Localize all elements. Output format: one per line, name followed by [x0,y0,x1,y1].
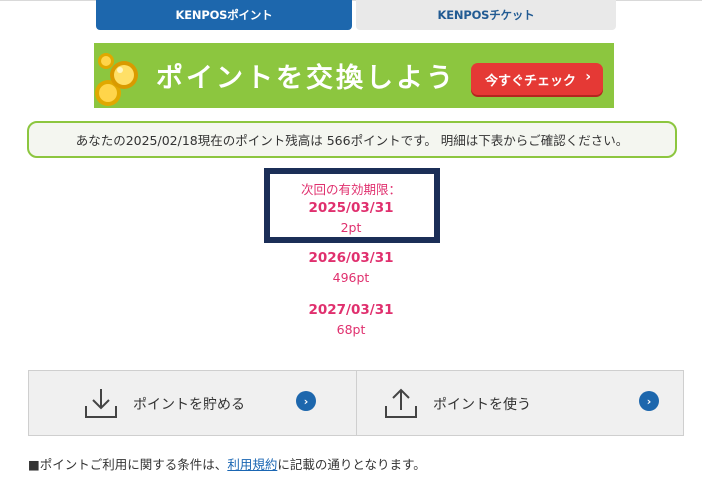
terms-of-use-link[interactable]: 利用規約 [227,457,277,472]
chevron-right-icon: › [585,69,591,85]
tab-kenpos-point[interactable]: KENPOSポイント [96,0,352,30]
point-actions: ポイントを貯める › ポイントを使う › [28,370,684,436]
tab-kenpos-ticket[interactable]: KENPOSチケット [356,0,616,30]
expiry-date: 2026/03/31 [308,250,394,266]
upload-tray-icon [385,388,417,418]
check-now-button[interactable]: 今すぐチェック › [471,63,603,95]
expiry-date: 2027/03/31 [308,302,394,318]
check-now-label: 今すぐチェック [485,73,577,89]
expiry-points: 68pt [336,322,366,337]
use-points-button[interactable]: ポイントを使う › [356,371,683,435]
terms-prefix: ■ポイントご利用に関する条件は、 [28,457,228,472]
chevron-right-icon: › [639,391,659,411]
tab-bar: KENPOSポイント KENPOSチケット [96,0,616,30]
expiry-points: 2pt [340,220,362,235]
gold-coins-icon [95,53,138,106]
expiry-date: 2025/03/31 [308,200,394,216]
expiry-points: 496pt [332,270,370,285]
download-tray-icon [85,389,117,418]
chevron-right-icon: › [296,391,316,411]
next-expiry-label: 次回の有効期限： [300,182,401,197]
terms-suffix: に記載の通りとなります。 [277,457,426,472]
point-balance-notice: あなたの2025/02/18現在のポイント残高は 566ポイントです。 明細は下… [27,121,677,158]
earn-points-label: ポイントを貯める [133,397,245,413]
terms-note: ■ポイントご利用に関する条件は、利用規約に記載の通りとなります。 [28,454,426,473]
earn-points-button[interactable]: ポイントを貯める › [29,371,357,435]
use-points-label: ポイントを使う [433,397,531,413]
balance-text: あなたの2025/02/18現在のポイント残高は 566ポイントです。 明細は下… [75,133,629,148]
banner-headline: ポイントを交換しよう [156,63,456,94]
exchange-points-banner[interactable]: ポイントを交換しよう 今すぐチェック › [94,43,614,108]
